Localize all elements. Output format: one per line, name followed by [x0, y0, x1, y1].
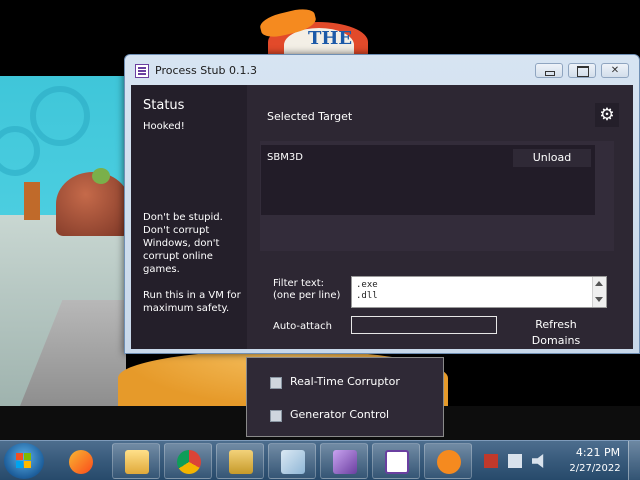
taskbar-corruptor[interactable]: [320, 443, 368, 479]
logo-text: THE: [308, 28, 353, 49]
plant: [92, 168, 110, 184]
jump-item-label: Generator Control: [290, 408, 390, 421]
filter-label: Filter text: (one per line): [273, 278, 341, 301]
refresh-domains-button[interactable]: Refresh Domains: [511, 317, 601, 347]
scroll-up-icon[interactable]: [595, 281, 603, 286]
settings-gear-icon[interactable]: ⚙: [595, 103, 619, 127]
target-item-name[interactable]: SBM3D: [261, 149, 511, 167]
network-icon[interactable]: [508, 454, 522, 468]
notepad-icon: [281, 450, 305, 474]
window-title: Process Stub 0.1.3: [155, 64, 257, 77]
minimize-button[interactable]: [535, 63, 563, 78]
filter-text-input[interactable]: .exe .dll: [351, 276, 607, 308]
unload-button[interactable]: Unload: [513, 149, 591, 167]
media-player-icon: [69, 450, 93, 474]
vm-note-text: Run this in a VM for maximum safety.: [143, 290, 241, 314]
process-stub-icon: [385, 450, 409, 474]
corruptor-icon: [333, 450, 357, 474]
lock-icon: [229, 450, 253, 474]
sky-swirl: [30, 86, 90, 146]
maximize-icon: [569, 64, 595, 77]
target-list: SBM3D Unload: [261, 145, 595, 215]
flag-icon[interactable]: [484, 454, 498, 468]
taskbar-jump-list: Real-Time Corruptor Generator Control: [246, 357, 444, 437]
status-panel: Status Hooked! Don't be stupid. Don't co…: [131, 85, 247, 349]
auto-attach-input[interactable]: [351, 316, 497, 334]
jump-item-label: Real-Time Corruptor: [290, 375, 400, 388]
window-icon: [270, 410, 282, 422]
titlebar[interactable]: Process Stub 0.1.3 ✕: [125, 55, 639, 85]
close-button[interactable]: ✕: [601, 63, 629, 78]
jump-item-real-time-corruptor[interactable]: Real-Time Corruptor: [260, 372, 440, 392]
jump-item-generator-control[interactable]: Generator Control: [260, 405, 440, 425]
taskbar-process-stub[interactable]: [372, 443, 420, 479]
selected-target-label: Selected Target: [267, 110, 353, 123]
taskbar-media-player[interactable]: [56, 443, 104, 479]
folder-icon: [125, 450, 149, 474]
chrome-icon: [177, 450, 201, 474]
rock-house: [56, 172, 130, 236]
sky-swirl: [0, 126, 40, 176]
filter-text-value: .exe .dll: [356, 280, 378, 301]
close-icon: ✕: [610, 65, 620, 76]
jump-list-inner: Real-Time Corruptor Generator Control: [250, 358, 440, 436]
taskbar-notepad[interactable]: [268, 443, 316, 479]
taskbar-file-explorer[interactable]: [112, 443, 160, 479]
process-stub-window: Process Stub 0.1.3 ✕ Status Hooked! Don'…: [124, 54, 640, 354]
nickelodeon-icon: [437, 450, 461, 474]
auto-attach-label: Auto-attach: [273, 321, 332, 332]
windows-logo-icon: [16, 453, 32, 469]
game-logo: THE: [258, 5, 372, 62]
taskbar: 4:21 PM 2/27/2022: [0, 440, 640, 480]
main-panel: Selected Target ⚙ SBM3D Unload Filter te…: [247, 85, 633, 349]
volume-icon[interactable]: [532, 454, 544, 468]
filter-scrollbar[interactable]: [592, 277, 606, 307]
clock-date[interactable]: 2/27/2022: [560, 463, 630, 474]
window-client: Status Hooked! Don't be stupid. Don't co…: [131, 85, 633, 349]
status-title: Status: [143, 98, 185, 113]
taskbar-lock-app[interactable]: [216, 443, 264, 479]
taskbar-chrome[interactable]: [164, 443, 212, 479]
start-button[interactable]: [4, 443, 44, 479]
taskbar-nickelodeon[interactable]: [424, 443, 472, 479]
maximize-button[interactable]: [568, 63, 596, 78]
window-icon: [270, 377, 282, 389]
scroll-down-icon[interactable]: [595, 297, 603, 302]
show-desktop-button[interactable]: [628, 441, 640, 480]
tiki-statue: [24, 182, 40, 220]
system-tray: [478, 441, 558, 480]
status-value: Hooked!: [143, 121, 185, 132]
clock-time[interactable]: 4:21 PM: [568, 446, 628, 459]
warning-text: Don't be stupid. Don't corrupt Windows, …: [143, 212, 223, 275]
app-icon: [135, 64, 149, 78]
minimize-icon: [536, 64, 562, 77]
